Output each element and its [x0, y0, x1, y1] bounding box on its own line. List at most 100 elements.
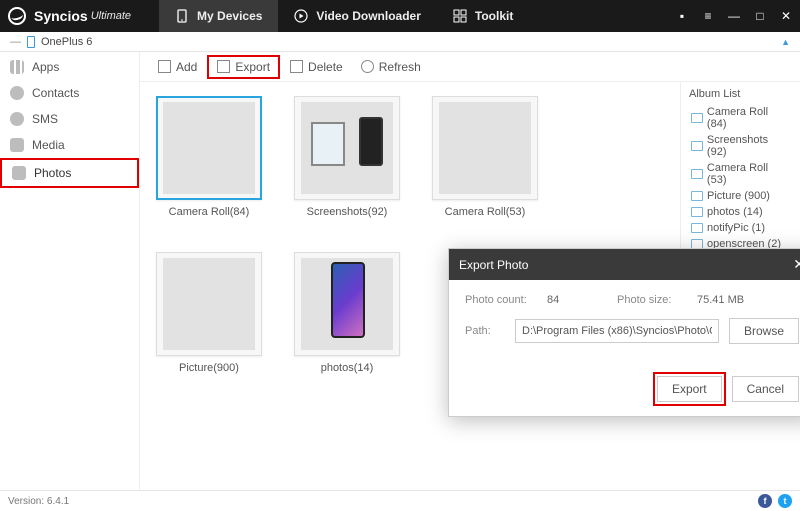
- play-circle-icon: [294, 9, 308, 23]
- album-thumb: [432, 96, 538, 200]
- title-bar: Syncios Ultimate My Devices Video Downlo…: [0, 0, 800, 32]
- sidebar: Apps Contacts SMS Media Photos: [0, 52, 140, 490]
- photo-count-label: Photo count:: [465, 294, 537, 306]
- menu-icon[interactable]: ≡: [702, 10, 714, 22]
- toolbar: Add Export Delete Refresh: [140, 52, 800, 82]
- photo-size-label: Photo size:: [617, 294, 687, 306]
- media-icon: [10, 138, 24, 152]
- sidebar-item-label: Apps: [32, 60, 59, 74]
- sidebar-item-label: SMS: [32, 112, 58, 126]
- sidebar-item-sms[interactable]: SMS: [0, 106, 139, 132]
- dialog-header: Export Photo ✕: [449, 249, 800, 280]
- album-list-item[interactable]: Picture (900): [685, 188, 796, 204]
- sms-icon: [10, 112, 24, 126]
- twitter-icon[interactable]: t: [778, 494, 792, 508]
- sidebar-item-label: Photos: [34, 166, 71, 180]
- album-card[interactable]: photos(14): [292, 252, 402, 374]
- dialog-close-button[interactable]: ✕: [793, 256, 800, 273]
- tab-label: Video Downloader: [316, 9, 420, 23]
- album-card[interactable]: Screenshots(92): [292, 96, 402, 218]
- sidebar-item-media[interactable]: Media: [0, 132, 139, 158]
- body: Apps Contacts SMS Media Photos Add: [0, 52, 800, 490]
- trash-icon: [290, 60, 303, 73]
- path-label: Path:: [465, 325, 505, 337]
- album-card[interactable]: Camera Roll(84): [154, 96, 264, 218]
- album-card[interactable]: Camera Roll(53): [430, 96, 540, 218]
- content: Add Export Delete Refresh Camera Roll(84…: [140, 52, 800, 490]
- btn-label: Add: [176, 60, 197, 74]
- sidebar-item-label: Contacts: [32, 86, 79, 100]
- album-caption: photos(14): [321, 362, 374, 374]
- path-input[interactable]: [515, 319, 719, 343]
- add-icon: [158, 60, 171, 73]
- add-button[interactable]: Add: [150, 57, 205, 77]
- dialog-body: Photo count: 84 Photo size: 75.41 MB Pat…: [449, 280, 800, 368]
- album-thumb: [156, 96, 262, 200]
- export-photo-dialog: Export Photo ✕ Photo count: 84 Photo siz…: [448, 248, 800, 417]
- album-thumb: [294, 96, 400, 200]
- tab-toolkit[interactable]: Toolkit: [437, 0, 529, 32]
- album-thumb: [294, 252, 400, 356]
- version-label: Version: 6.4.1: [8, 496, 69, 507]
- dialog-title: Export Photo: [459, 258, 528, 272]
- picture-icon: [691, 113, 703, 123]
- album-card[interactable]: Picture(900): [154, 252, 264, 374]
- album-list-title: Album List: [685, 88, 796, 100]
- photo-size-value: 75.41 MB: [697, 294, 744, 306]
- album-thumb: [156, 252, 262, 356]
- refresh-button[interactable]: Refresh: [353, 57, 429, 77]
- tab-label: Toolkit: [475, 9, 513, 23]
- close-button[interactable]: ✕: [780, 10, 792, 22]
- picture-icon: [691, 141, 703, 151]
- export-icon: [217, 60, 230, 73]
- album-caption: Camera Roll(53): [445, 206, 526, 218]
- device-bar: — OnePlus 6 ▲: [0, 32, 800, 52]
- contacts-icon: [10, 86, 24, 100]
- tab-my-devices[interactable]: My Devices: [159, 0, 278, 32]
- app-logo-icon: [8, 7, 26, 25]
- collapse-icon[interactable]: ▲: [781, 37, 790, 47]
- device-icon: [175, 9, 189, 23]
- photo-count-value: 84: [547, 294, 607, 306]
- dialog-cancel-button[interactable]: Cancel: [732, 376, 799, 402]
- phone-icon: [27, 36, 35, 48]
- btn-label: Delete: [308, 60, 343, 74]
- btn-label: Export: [235, 60, 270, 74]
- album-list-item[interactable]: Camera Roll (53): [685, 160, 796, 188]
- maximize-button[interactable]: □: [754, 10, 766, 22]
- app-brand: Syncios: [34, 8, 88, 24]
- app-edition: Ultimate: [91, 10, 131, 22]
- grid-icon: [453, 9, 467, 23]
- album-list-item[interactable]: photos (14): [685, 204, 796, 220]
- tab-video-downloader[interactable]: Video Downloader: [278, 0, 436, 32]
- album-caption: Camera Roll(84): [169, 206, 250, 218]
- sidebar-item-photos[interactable]: Photos: [0, 158, 139, 188]
- footer: Version: 6.4.1 f t: [0, 490, 800, 511]
- album-list-item[interactable]: notifyPic (1): [685, 220, 796, 236]
- album-list-item[interactable]: Camera Roll (84): [685, 104, 796, 132]
- browse-button[interactable]: Browse: [729, 318, 799, 344]
- window-controls: ▪ ≡ — □ ✕: [676, 10, 792, 22]
- dialog-footer: Export Cancel: [449, 368, 800, 416]
- dash-icon: —: [10, 36, 21, 48]
- picture-icon: [691, 207, 703, 217]
- album-caption: Screenshots(92): [307, 206, 388, 218]
- sidebar-item-apps[interactable]: Apps: [0, 54, 139, 80]
- album-caption: Picture(900): [179, 362, 239, 374]
- minimize-button[interactable]: —: [728, 10, 740, 22]
- message-icon[interactable]: ▪: [676, 10, 688, 22]
- social-links: f t: [758, 494, 792, 508]
- export-button[interactable]: Export: [207, 55, 280, 79]
- apps-icon: [10, 60, 24, 74]
- picture-icon: [691, 169, 703, 179]
- album-list-item[interactable]: Screenshots (92): [685, 132, 796, 160]
- btn-label: Refresh: [379, 60, 421, 74]
- refresh-icon: [361, 60, 374, 73]
- facebook-icon[interactable]: f: [758, 494, 772, 508]
- delete-button[interactable]: Delete: [282, 57, 351, 77]
- device-name: OnePlus 6: [41, 36, 92, 48]
- tab-label: My Devices: [197, 9, 262, 23]
- sidebar-item-label: Media: [32, 138, 65, 152]
- sidebar-item-contacts[interactable]: Contacts: [0, 80, 139, 106]
- dialog-export-button[interactable]: Export: [657, 376, 722, 402]
